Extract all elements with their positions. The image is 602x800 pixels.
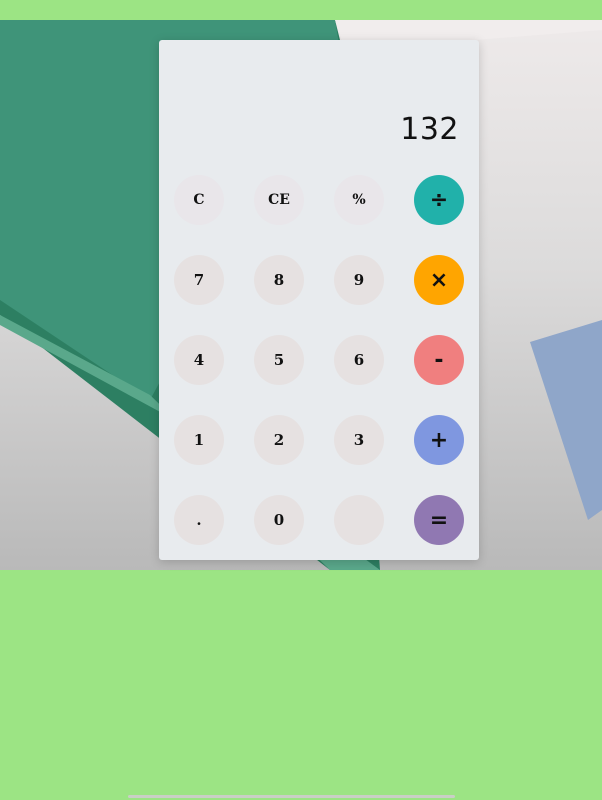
calculator-display: 132 — [400, 112, 459, 147]
digit-0-button[interactable]: 0 — [254, 495, 304, 545]
digit-6-button[interactable]: 6 — [334, 335, 384, 385]
divide-button[interactable]: ÷ — [414, 175, 464, 225]
home-indicator[interactable] — [128, 795, 455, 798]
blank-button[interactable] — [334, 495, 384, 545]
calculator-panel: 132 C CE % ÷ 7 8 9 × 4 5 6 - 1 2 3 + . 0… — [159, 40, 479, 560]
decimal-button[interactable]: . — [174, 495, 224, 545]
digit-3-button[interactable]: 3 — [334, 415, 384, 465]
percent-button[interactable]: % — [334, 175, 384, 225]
multiply-button[interactable]: × — [414, 255, 464, 305]
digit-7-button[interactable]: 7 — [174, 255, 224, 305]
digit-9-button[interactable]: 9 — [334, 255, 384, 305]
add-button[interactable]: + — [414, 415, 464, 465]
equals-button[interactable]: = — [414, 495, 464, 545]
subtract-button[interactable]: - — [414, 335, 464, 385]
digit-1-button[interactable]: 1 — [174, 415, 224, 465]
clear-entry-button[interactable]: CE — [254, 175, 304, 225]
digit-5-button[interactable]: 5 — [254, 335, 304, 385]
digit-2-button[interactable]: 2 — [254, 415, 304, 465]
digit-4-button[interactable]: 4 — [174, 335, 224, 385]
digit-8-button[interactable]: 8 — [254, 255, 304, 305]
clear-button[interactable]: C — [174, 175, 224, 225]
